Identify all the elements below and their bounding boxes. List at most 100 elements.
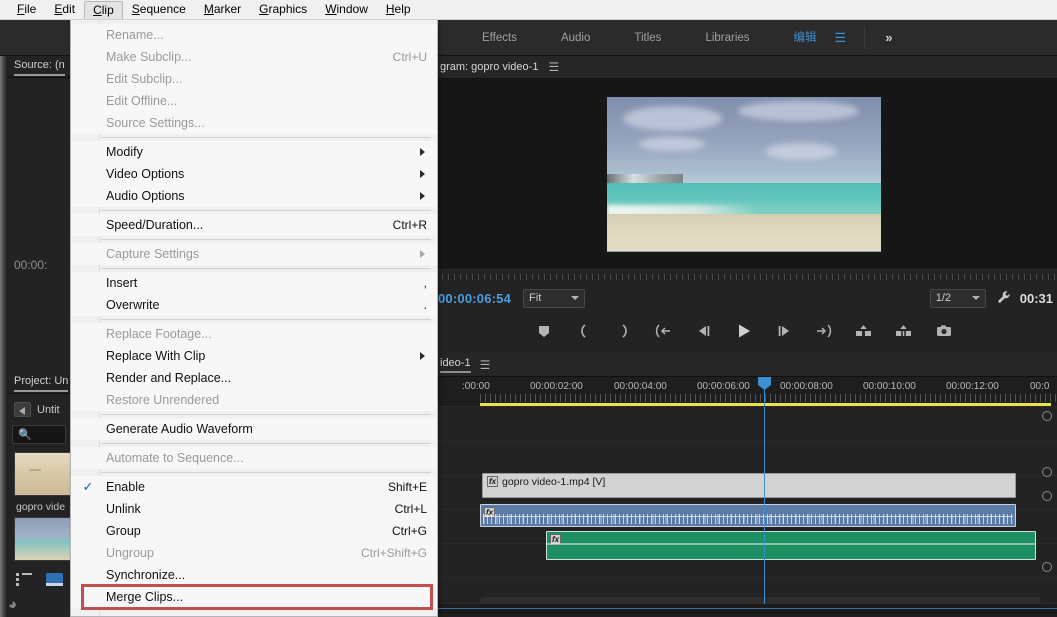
mark-out-icon[interactable] — [615, 322, 633, 340]
program-monitor-tab[interactable]: gram: gopro video-1 — [440, 61, 538, 73]
list-view-icon[interactable] — [16, 573, 32, 586]
program-duration-timecode[interactable]: 00:31 — [1020, 291, 1053, 306]
timeline-tab[interactable]: ideo-1 — [440, 357, 471, 373]
menu-item-video-options[interactable]: Video Options — [71, 163, 437, 185]
workspace-tab-effects[interactable]: Effects — [460, 20, 539, 56]
zoom-level-select[interactable]: Fit — [523, 289, 585, 308]
menu-item-label: Modify — [106, 145, 427, 159]
timeline-track-row[interactable] — [430, 442, 1057, 476]
go-to-in-icon[interactable] — [655, 322, 673, 340]
menu-edit[interactable]: Edit — [45, 0, 84, 19]
program-current-timecode[interactable]: 00:00:06:54 — [438, 291, 511, 306]
timeline-tracks[interactable]: fx gopro video-1.mp4 [V] fx fx — [430, 407, 1057, 614]
menu-item-label: Replace Footage... — [106, 327, 427, 341]
menu-sequence[interactable]: Sequence — [123, 0, 195, 19]
project-breadcrumb-label: Untit — [37, 404, 60, 416]
source-monitor-body[interactable]: 00:00: — [0, 78, 72, 372]
menu-row-wrapper: Make Subclip...Ctrl+U — [71, 46, 437, 68]
timeline-menu-icon[interactable]: ☰ — [480, 358, 491, 372]
timeline-track-row[interactable] — [430, 407, 1057, 442]
menu-item-synchronize[interactable]: Synchronize... — [71, 564, 437, 586]
go-to-out-icon[interactable] — [815, 322, 833, 340]
ruler-ticks — [480, 394, 1057, 402]
menu-item-replace-with-clip[interactable]: Replace With Clip — [71, 345, 437, 367]
menu-item-group[interactable]: GroupCtrl+G — [71, 520, 437, 542]
menu-item-source-settings: Source Settings... — [71, 112, 437, 134]
menu-marker[interactable]: Marker — [195, 0, 250, 19]
menu-item-overwrite[interactable]: Overwrite. — [71, 294, 437, 316]
track-target-handle[interactable] — [1042, 411, 1052, 421]
menu-item-audio-options[interactable]: Audio Options — [71, 185, 437, 207]
menu-item-generate-audio-waveform[interactable]: Generate Audio Waveform — [71, 418, 437, 440]
window-left-edge — [0, 56, 8, 617]
menu-item-insert[interactable]: Insert, — [71, 272, 437, 294]
timeline-clip-audio-green[interactable]: fx — [546, 531, 1036, 560]
playback-resolution-select[interactable]: 1/2 — [930, 289, 986, 308]
menu-item-unlink[interactable]: UnlinkCtrl+L — [71, 498, 437, 520]
menu-item-label: Capture Settings — [106, 247, 427, 261]
program-monitor-stage[interactable] — [430, 79, 1057, 269]
menu-row-wrapper: ✓EnableShift+E — [71, 476, 437, 498]
menu-item-automate-to-sequence: Automate to Sequence... — [71, 447, 437, 469]
extract-icon[interactable] — [895, 322, 913, 340]
project-item-list: gopro vide — [14, 452, 72, 561]
playhead-handle[interactable] — [758, 377, 771, 390]
work-area-bar[interactable] — [480, 403, 1051, 406]
clip-menu-items: Rename...Make Subclip...Ctrl+UEdit Subcl… — [71, 24, 437, 608]
menu-separator — [101, 239, 431, 240]
menu-item-label: Edit Subclip... — [106, 72, 427, 86]
menu-file[interactable]: File — [8, 0, 45, 19]
menu-item-label: Restore Unrendered — [106, 393, 427, 407]
submenu-arrow-icon — [420, 148, 425, 156]
creative-cloud-icon[interactable]: ◕ — [8, 595, 28, 615]
playhead[interactable] — [764, 377, 765, 407]
icon-view-icon[interactable] — [46, 573, 63, 586]
menu-help[interactable]: Help — [377, 0, 420, 19]
project-search-input[interactable]: 🔍 — [12, 425, 66, 444]
step-forward-icon[interactable] — [775, 322, 793, 340]
source-panel-tab[interactable]: Source: (n — [14, 58, 65, 76]
project-thumbnail[interactable] — [14, 517, 72, 561]
track-target-handle[interactable] — [1042, 467, 1052, 477]
project-back-icon[interactable] — [14, 402, 31, 417]
track-target-handle[interactable] — [1042, 491, 1052, 501]
menu-item-render-and-replace[interactable]: Render and Replace... — [71, 367, 437, 389]
export-frame-icon[interactable] — [935, 322, 953, 340]
workspace-overflow-icon[interactable]: » — [873, 30, 904, 45]
program-scrubber[interactable] — [430, 269, 1057, 283]
project-thumbnail[interactable] — [14, 452, 72, 496]
workspace-tab-libraries[interactable]: Libraries — [683, 20, 771, 56]
menu-item-shortcut: Ctrl+L — [395, 502, 427, 516]
project-panel-tab[interactable]: Project: Un — [14, 374, 68, 392]
workspace-tab-titles[interactable]: Titles — [612, 20, 683, 56]
project-breadcrumb[interactable]: Untit — [0, 394, 72, 423]
ruler-timecode: 00:00:12:00 — [946, 381, 999, 392]
left-panel-column: Source: (n 00:00: Project: Un Untit 🔍 go… — [0, 56, 72, 617]
lift-icon[interactable] — [855, 322, 873, 340]
timeline-horizontal-scrollbar[interactable] — [480, 597, 1041, 604]
menu-graphics[interactable]: Graphics — [250, 0, 316, 19]
play-icon[interactable] — [735, 322, 753, 340]
track-target-handle[interactable] — [1042, 562, 1052, 572]
menu-item-enable[interactable]: ✓EnableShift+E — [71, 476, 437, 498]
step-back-icon[interactable] — [695, 322, 713, 340]
menu-window[interactable]: Window — [316, 0, 377, 19]
menu-item-merge-clips[interactable]: Merge Clips... — [71, 586, 437, 608]
program-menu-icon[interactable]: ☰ — [548, 60, 559, 74]
menu-item-modify[interactable]: Modify — [71, 141, 437, 163]
wrench-icon[interactable] — [996, 290, 1010, 307]
add-marker-icon[interactable] — [535, 322, 553, 340]
project-item-label: gopro vide — [16, 501, 72, 513]
workspace-tabs: Effects Audio Titles Libraries 编辑 ☰ » — [460, 20, 904, 56]
menu-item-label: Group — [106, 524, 368, 538]
workspace-menu-icon[interactable]: ☰ — [825, 30, 857, 46]
timeline-ruler[interactable]: :00:00 00:00:02:00 00:00:04:00 00:00:06:… — [430, 377, 1057, 407]
menu-item-speed-duration[interactable]: Speed/Duration...Ctrl+R — [71, 214, 437, 236]
fx-badge-icon: fx — [487, 476, 498, 487]
mark-in-icon[interactable] — [575, 322, 593, 340]
timeline-clip-audio[interactable]: fx — [480, 504, 1016, 527]
menu-clip[interactable]: Clip — [84, 1, 123, 19]
workspace-tab-audio[interactable]: Audio — [539, 20, 612, 56]
workspace-tab-editing[interactable]: 编辑 — [772, 20, 825, 56]
timeline-clip-video[interactable]: fx gopro video-1.mp4 [V] — [482, 473, 1016, 498]
